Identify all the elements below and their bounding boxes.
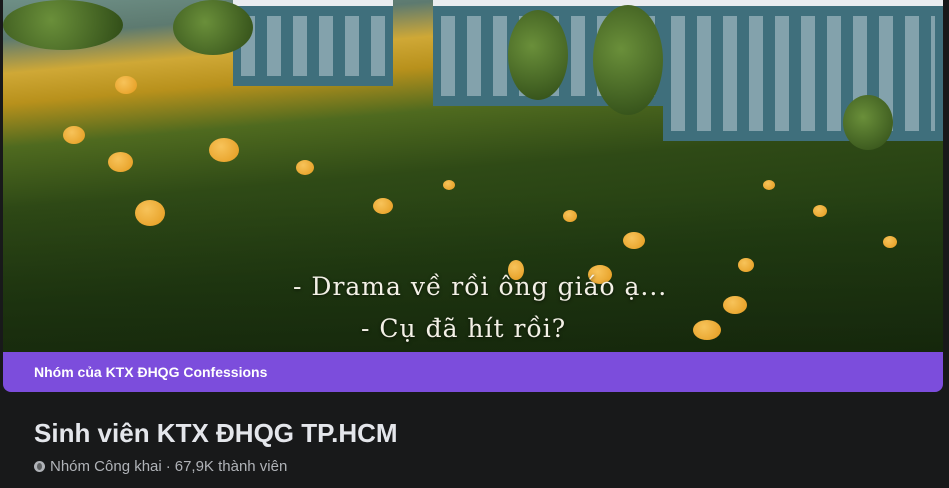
tree xyxy=(593,5,663,115)
cover-photo[interactable]: - Drama về rồi ông giáo ạ... - Cụ đã hít… xyxy=(3,0,943,352)
group-title[interactable]: Sinh viên KTX ĐHQG TP.HCM xyxy=(34,418,398,449)
flower xyxy=(723,296,747,314)
meta-separator: · xyxy=(165,458,171,475)
group-privacy[interactable]: Nhóm Công khai xyxy=(50,458,162,475)
flower xyxy=(623,232,645,249)
tree xyxy=(843,95,893,150)
flower xyxy=(563,210,577,222)
cover-caption-line1: - Drama về rồi ông giáo ạ... xyxy=(293,272,668,301)
flower xyxy=(813,205,827,217)
flower xyxy=(373,198,393,214)
group-parent-banner[interactable]: Nhóm của KTX ĐHQG Confessions xyxy=(3,352,943,392)
flower xyxy=(738,258,754,272)
flower xyxy=(135,200,165,226)
group-meta: Nhóm Công khai · 67,9K thành viên xyxy=(34,458,287,475)
globe-icon xyxy=(34,461,45,472)
building xyxy=(663,0,943,141)
group-member-count[interactable]: 67,9K thành viên xyxy=(175,458,288,475)
flower xyxy=(108,152,133,172)
flower xyxy=(296,160,314,175)
tree xyxy=(3,0,123,50)
tree xyxy=(508,10,568,100)
flower xyxy=(63,126,85,144)
flower xyxy=(443,180,455,190)
flower xyxy=(209,138,239,162)
building xyxy=(233,0,393,86)
flower xyxy=(763,180,775,190)
flower xyxy=(693,320,721,340)
group-parent-link[interactable]: Nhóm của KTX ĐHQG Confessions xyxy=(34,364,267,380)
tree xyxy=(173,0,253,55)
cover-caption-line2: - Cụ đã hít rồi? xyxy=(361,314,567,343)
flower xyxy=(115,76,137,94)
flower xyxy=(883,236,897,248)
